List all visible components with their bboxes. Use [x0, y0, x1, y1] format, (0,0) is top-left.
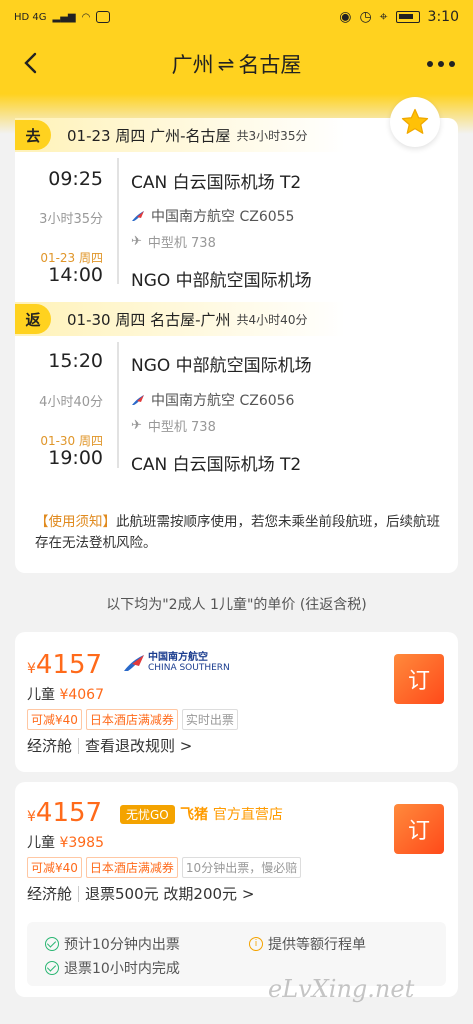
china-southern-icon	[132, 395, 144, 405]
info-icon: i	[249, 937, 263, 951]
message-icon	[96, 11, 111, 23]
promise-item: 退票10小时内完成	[45, 958, 180, 978]
price-note: 以下均为"2成人 1儿童"的单价 (往返含税)	[106, 597, 367, 613]
star-icon	[401, 108, 429, 134]
eye-icon: ◉	[339, 9, 352, 25]
china-southern-logo: 中国南方航空 CHINA SOUTHERN	[123, 653, 230, 673]
return-dep-time: 15:20	[48, 350, 103, 372]
return-flight-duration: 4小时40分	[39, 395, 103, 410]
status-left: HD 4G ▂▄▆ ◠	[14, 11, 111, 23]
china-southern-icon	[124, 655, 144, 671]
book-button[interactable]: 订	[394, 654, 444, 704]
offer-card-2[interactable]: ¥4157 无忧GO 飞猪 官方直营店 儿童 ¥3985 可减¥40 日本酒店满…	[15, 782, 458, 997]
seller-label: 飞猪 官方直营店	[180, 807, 283, 823]
location-icon: ⌖	[379, 9, 388, 25]
notice-label: 【使用须知】	[35, 514, 116, 530]
wuyou-badge: 无忧GO	[120, 805, 175, 824]
outbound-dep-airport: CAN 白云国际机场 T2	[131, 173, 302, 193]
offer-tags: 可减¥40 日本酒店满减券 10分钟出票，慢必赔	[27, 857, 302, 878]
ticketing-tag: 10分钟出票，慢必赔	[181, 857, 302, 878]
battery-icon	[395, 11, 420, 23]
return-header: 返 01-30 周四 名古屋-广州 共4小时40分	[15, 302, 458, 336]
offer-price: ¥4157	[27, 798, 103, 828]
favorite-button[interactable]	[390, 97, 440, 147]
outbound-aircraft: ✈ 中型机 738	[131, 234, 216, 251]
outbound-arr-airport: NGO 中部航空国际机场	[131, 271, 312, 291]
cabin-row: 经济舱 退票500元 改期200元 >	[27, 883, 254, 904]
status-bar: HD 4G ▂▄▆ ◠ ◉ ◷ ⌖ 3:10	[0, 0, 473, 34]
watermark: eLvXing.net	[268, 975, 415, 1003]
return-route: 01-30 周四 名古屋-广州	[67, 310, 231, 329]
clock: 3:10	[427, 9, 459, 25]
outbound-airline: 中国南方航空 CZ6055	[131, 206, 294, 226]
network-indicator: HD 4G	[14, 11, 47, 23]
cabin-class: 经济舱	[27, 737, 73, 755]
title-destination: 名古屋	[238, 53, 302, 77]
refund-rule-link[interactable]: 查看退改规则 >	[85, 735, 192, 756]
cabin-class: 经济舱	[27, 885, 73, 903]
nav-bar: 广州 ⇌ 名古屋	[0, 34, 473, 94]
return-airline: 中国南方航空 CZ6056	[131, 390, 294, 410]
discount-tag: 可减¥40	[27, 857, 82, 878]
return-arr-airport: CAN 白云国际机场 T2	[131, 455, 302, 475]
child-price: 儿童 ¥3985	[27, 835, 104, 851]
itinerary-card: 去 01-23 周四 广州-名古屋 共3小时35分 09:25 CAN 白云国际…	[15, 118, 458, 573]
hotel-coupon-tag: 日本酒店满减券	[85, 709, 178, 730]
refund-rule-link[interactable]: 退票500元 改期200元 >	[85, 883, 254, 904]
page-title: 广州 ⇌ 名古屋	[172, 49, 302, 79]
discount-tag: 可减¥40	[27, 709, 82, 730]
book-button[interactable]: 订	[394, 804, 444, 854]
return-timeline	[117, 342, 119, 468]
signal-icon: ▂▄▆	[52, 11, 76, 23]
cabin-row: 经济舱 查看退改规则 >	[27, 735, 192, 756]
outbound-arr-time: 14:00	[48, 264, 103, 286]
plane-icon: ✈	[131, 234, 142, 249]
outbound-timeline	[117, 158, 119, 284]
title-origin: 广州	[171, 53, 214, 77]
outbound-total-duration: 共3小时35分	[236, 128, 308, 143]
offer-tags: 可减¥40 日本酒店满减券 实时出票	[27, 709, 238, 730]
outbound-flight-duration: 3小时35分	[39, 212, 103, 227]
check-icon	[45, 937, 59, 951]
china-southern-icon	[132, 211, 144, 221]
outbound-tag: 去	[15, 120, 51, 150]
return-dep-airport: NGO 中部航空国际机场	[131, 356, 312, 376]
usage-notice: 【使用须知】此航班需按顺序使用，若您未乘坐前段航班，后续航班存在无法登机风险。	[35, 512, 445, 554]
child-price: 儿童 ¥4067	[27, 687, 104, 703]
outbound-dep-time: 09:25	[48, 168, 103, 190]
return-total-duration: 共4小时40分	[236, 312, 308, 327]
swap-icon: ⇌	[217, 52, 235, 76]
back-icon[interactable]	[20, 52, 42, 74]
hotel-coupon-tag: 日本酒店满减券	[85, 857, 178, 878]
offer-price: ¥4157	[27, 650, 103, 680]
return-tag: 返	[15, 304, 51, 334]
more-icon[interactable]	[427, 61, 455, 67]
promise-item: 预计10分钟内出票	[45, 934, 180, 954]
return-aircraft: ✈ 中型机 738	[131, 418, 216, 435]
ticketing-tag: 实时出票	[181, 709, 238, 730]
outbound-route: 01-23 周四 广州-名古屋	[67, 126, 231, 145]
return-arr-time: 19:00	[48, 447, 103, 469]
offer-card-1[interactable]: ¥4157 中国南方航空 CHINA SOUTHERN 儿童 ¥4067 可减¥4…	[15, 632, 458, 772]
alarm-icon: ◷	[359, 9, 372, 25]
plane-icon: ✈	[131, 418, 142, 433]
status-right: ◉ ◷ ⌖ 3:10	[339, 9, 459, 25]
wifi-icon: ◠	[81, 11, 91, 23]
promise-item: i 提供等额行程单	[249, 934, 366, 954]
check-icon	[45, 961, 59, 975]
